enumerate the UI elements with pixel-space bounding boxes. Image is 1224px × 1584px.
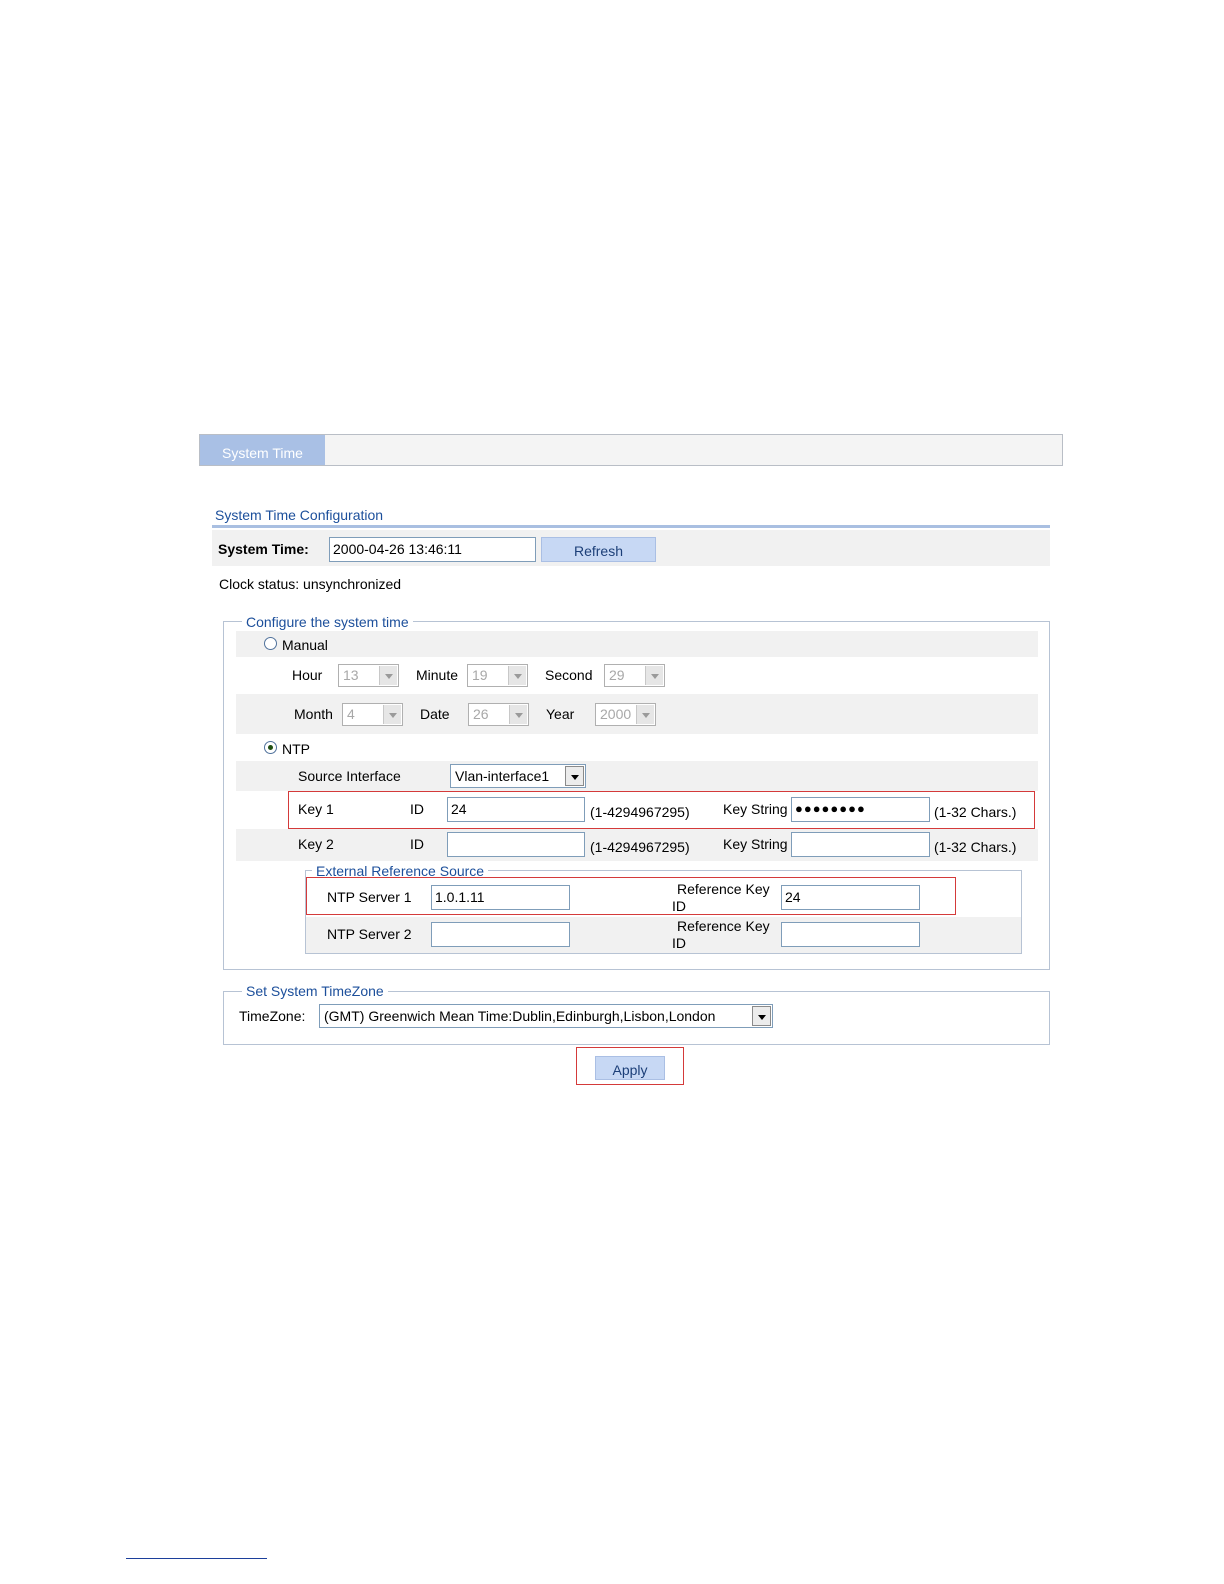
chevron-down-icon [509, 705, 527, 724]
ntp-radio[interactable] [264, 741, 277, 754]
key2-chars-hint: (1-32 Chars.) [934, 839, 1017, 855]
system-time-label: System Time: [218, 541, 309, 557]
date-value: 26 [473, 706, 489, 722]
hour-select[interactable]: 13 [338, 664, 399, 687]
month-value: 4 [347, 706, 355, 722]
radio-selected-dot [268, 745, 273, 750]
timezone-label: TimeZone: [239, 1008, 306, 1024]
minute-select[interactable]: 19 [467, 664, 528, 687]
configure-legend: Configure the system time [242, 614, 413, 630]
key1-highlight [288, 791, 1035, 829]
ntp-server2-input[interactable] [431, 922, 570, 947]
footnote-rule [126, 1558, 267, 1559]
month-select[interactable]: 4 [342, 703, 403, 726]
second-value: 29 [609, 667, 625, 683]
date-select[interactable]: 26 [468, 703, 529, 726]
server2-ref-id-label: ID [672, 935, 686, 951]
minute-value: 19 [472, 667, 488, 683]
server2-ref-key-input[interactable] [781, 922, 920, 947]
system-time-field[interactable]: 2000-04-26 13:46:11 [329, 537, 536, 562]
refresh-button[interactable]: Refresh [541, 537, 656, 562]
timezone-select[interactable]: (GMT) Greenwich Mean Time:Dublin,Edinbur… [319, 1004, 773, 1028]
ntp-server2-label: NTP Server 2 [327, 926, 412, 942]
source-interface-value: Vlan-interface1 [455, 768, 550, 784]
key2-key-string-input[interactable] [791, 832, 930, 857]
tab-bar: System Time [199, 434, 1063, 466]
ntp-label: NTP [282, 741, 310, 757]
chevron-down-icon [565, 766, 584, 786]
apply-highlight [576, 1047, 684, 1085]
second-select[interactable]: 29 [604, 664, 665, 687]
chevron-down-icon [636, 705, 654, 724]
section-divider [212, 525, 1050, 528]
section-title: System Time Configuration [215, 507, 384, 523]
minute-label: Minute [416, 667, 459, 683]
chevron-down-icon [645, 666, 663, 685]
second-label: Second [545, 667, 593, 683]
chevron-down-icon [383, 705, 401, 724]
timezone-value: (GMT) Greenwich Mean Time:Dublin,Edinbur… [324, 1008, 716, 1024]
manual-label: Manual [282, 637, 328, 653]
year-value: 2000 [600, 706, 632, 722]
manual-radio[interactable] [264, 637, 277, 650]
key2-label: Key 2 [298, 836, 334, 852]
server1-highlight [306, 877, 956, 915]
clock-status: Clock status: unsynchronized [219, 576, 402, 592]
chevron-down-icon [752, 1006, 771, 1026]
key2-id-range: (1-4294967295) [590, 839, 690, 855]
source-interface-select[interactable]: Vlan-interface1 [450, 764, 586, 788]
hour-label: Hour [292, 667, 323, 683]
chevron-down-icon [508, 666, 526, 685]
source-interface-label: Source Interface [298, 768, 401, 784]
key2-id-label: ID [410, 836, 424, 852]
year-select[interactable]: 2000 [595, 703, 656, 726]
manual-band [236, 631, 1038, 657]
hour-value: 13 [343, 667, 359, 683]
timezone-legend: Set System TimeZone [242, 983, 388, 999]
chevron-down-icon [379, 666, 397, 685]
tab-system-time[interactable]: System Time [200, 435, 325, 465]
key2-key-string-label: Key String [723, 836, 788, 852]
key2-id-input[interactable] [447, 832, 585, 857]
server2-ref-key-label: Reference Key [677, 918, 770, 934]
date-label: Date [420, 706, 450, 722]
month-label: Month [294, 706, 333, 722]
year-label: Year [546, 706, 575, 722]
